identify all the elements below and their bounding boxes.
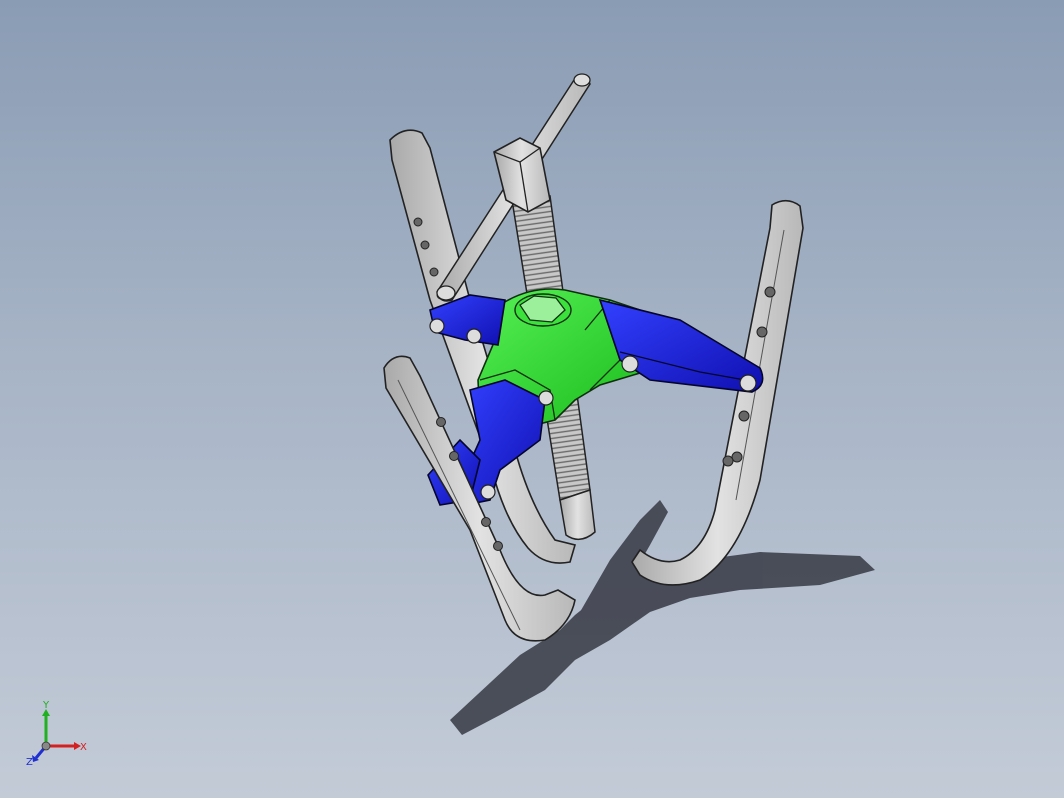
triad-x-label: X <box>80 742 87 753</box>
model-scene[interactable] <box>0 0 1064 798</box>
triad-y-label: Y <box>42 700 50 711</box>
triad-origin <box>41 741 51 751</box>
orientation-triad: X Y Z <box>26 700 87 768</box>
graphics-viewport[interactable]: X Y Z <box>0 0 1064 798</box>
triad-z-label: Z <box>26 757 33 768</box>
